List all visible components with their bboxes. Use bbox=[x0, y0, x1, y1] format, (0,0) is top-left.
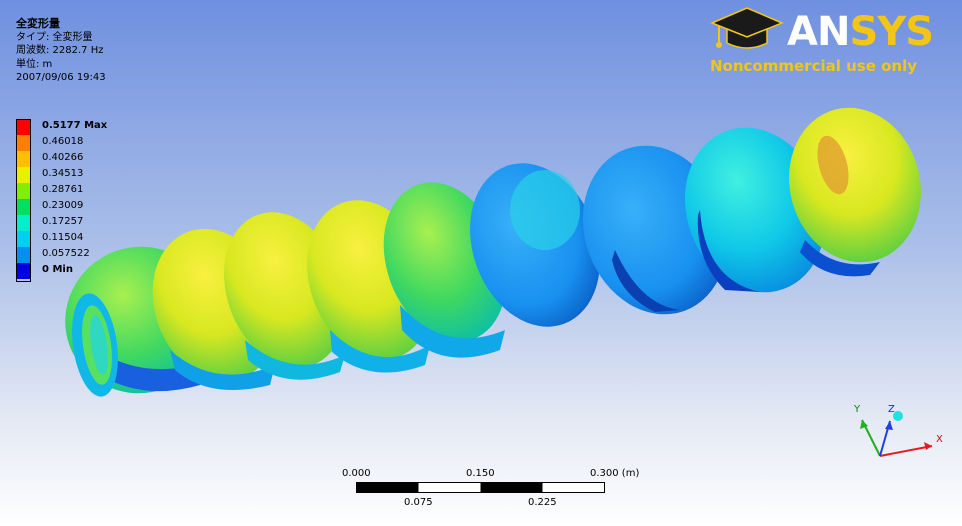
scale-label-end: 0.300 (m) bbox=[590, 468, 640, 479]
legend-entry: 0.17257 bbox=[16, 215, 146, 231]
legend-label: 0.17257 bbox=[42, 216, 84, 227]
legend-label: 0.23009 bbox=[42, 200, 84, 211]
legend-entry: 0.28761 bbox=[16, 183, 146, 199]
mortarboard-icon bbox=[710, 7, 784, 49]
result-type: タイプ: 全変形量 bbox=[16, 31, 93, 43]
result-unit: 単位: m bbox=[16, 58, 53, 70]
legend-entry-max: 0.5177 Max bbox=[16, 119, 146, 135]
legend-entry-min: 0 Min bbox=[16, 263, 146, 279]
legend-entry: 0.23009 bbox=[16, 199, 146, 215]
triad-x-label: X bbox=[936, 434, 943, 445]
graphics-viewport[interactable]: 全変形量 タイプ: 全変形量 周波数: 2282.7 Hz 単位: m 2007… bbox=[0, 0, 962, 526]
coordinate-triad[interactable]: X Y Z bbox=[840, 396, 950, 470]
scale-bar-graphic bbox=[356, 482, 605, 493]
legend-entry: 0.11504 bbox=[16, 231, 146, 247]
wordmark-an: AN bbox=[787, 9, 850, 55]
noncommercial-label: Noncommercial use only bbox=[710, 57, 917, 75]
scale-bar: 0.000 0.150 0.300 (m) 0.075 0.225 bbox=[340, 468, 639, 518]
legend-frame bbox=[16, 119, 31, 282]
legend-entry: 0.057522 bbox=[16, 247, 146, 263]
legend-label: 0.057522 bbox=[42, 248, 90, 259]
result-frequency: 周波数: 2282.7 Hz bbox=[16, 45, 104, 56]
scale-label-mid: 0.150 bbox=[466, 468, 495, 479]
wordmark-sys: SYS bbox=[849, 9, 934, 55]
result-timestamp: 2007/09/06 19:43 bbox=[16, 72, 106, 83]
scale-label-three-quarter: 0.225 bbox=[528, 497, 557, 508]
legend-label: 0.5177 Max bbox=[42, 120, 108, 131]
triad-y-label: Y bbox=[854, 404, 861, 415]
cell-group bbox=[65, 107, 921, 397]
result-title: 全変形量 bbox=[16, 17, 60, 30]
legend-entry: 0.34513 bbox=[16, 167, 146, 183]
legend-label: 0 Min bbox=[42, 264, 73, 275]
legend-entry: 0.46018 bbox=[16, 135, 146, 151]
legend-label: 0.46018 bbox=[42, 136, 84, 147]
legend-label: 0.40266 bbox=[42, 152, 84, 163]
legend-entry: 0.40266 bbox=[16, 151, 146, 167]
ansys-wordmark: ANSYS bbox=[787, 9, 934, 55]
ansys-logo: ANSYS Noncommercial use only bbox=[707, 5, 945, 80]
triad-z-label: Z bbox=[888, 404, 895, 415]
legend-label: 0.28761 bbox=[42, 184, 84, 195]
result-info: 全変形量 タイプ: 全変形量 周波数: 2282.7 Hz 単位: m 2007… bbox=[16, 17, 106, 85]
scale-label-quarter: 0.075 bbox=[404, 497, 433, 508]
scale-label-start: 0.000 bbox=[342, 468, 371, 479]
legend-label: 0.11504 bbox=[42, 232, 84, 243]
legend-label: 0.34513 bbox=[42, 168, 84, 179]
